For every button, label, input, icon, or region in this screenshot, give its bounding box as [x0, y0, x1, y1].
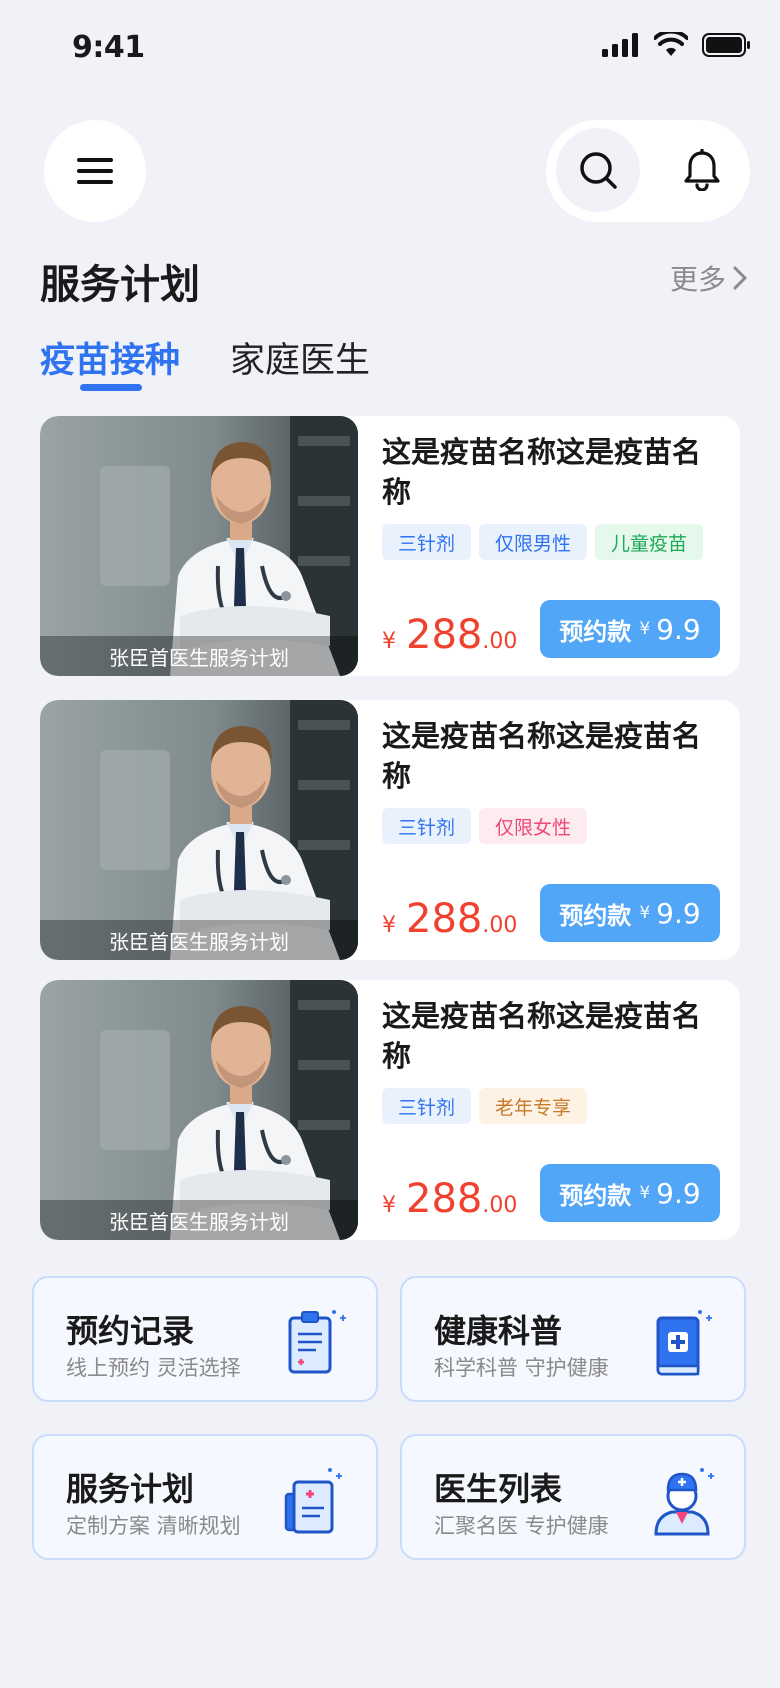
- clipboard-icon: [288, 1310, 346, 1374]
- wifi-icon: [654, 32, 688, 56]
- tag: 儿童疫苗: [595, 524, 704, 560]
- book-label: 预约款: [559, 617, 632, 646]
- price-currency: ¥: [382, 1193, 396, 1218]
- feature-subtitle: 科学科普 守护健康: [434, 1356, 609, 1380]
- feature-subtitle: 线上预约 灵活选择: [66, 1356, 241, 1380]
- feature-appointment-records[interactable]: 预约记录 线上预约 灵活选择: [32, 1276, 378, 1402]
- price-integer: 288: [406, 612, 483, 658]
- tag: 三针剂: [382, 524, 472, 560]
- vaccine-title: 这是疫苗名称这是疫苗名称: [382, 435, 702, 509]
- section-title: 服务计划: [40, 262, 200, 308]
- price-integer: 288: [406, 896, 483, 942]
- more-label: 更多: [669, 263, 726, 296]
- search-button[interactable]: [556, 128, 640, 212]
- feature-title: 预约记录: [66, 1312, 195, 1350]
- book-amount: 9.9: [656, 896, 701, 930]
- price-decimal: .00: [482, 913, 518, 938]
- photo-caption: 张臣首医生服务计划: [40, 1200, 358, 1240]
- more-link[interactable]: 更多: [670, 258, 748, 298]
- price-currency: ¥: [382, 629, 396, 654]
- book-label: 预约款: [559, 1181, 632, 1210]
- book-currency: ¥: [639, 903, 651, 923]
- book-button[interactable]: 预约款 ¥ 9.9: [540, 884, 720, 942]
- feature-title: 健康科普: [434, 1312, 563, 1350]
- vaccine-title: 这是疫苗名称这是疫苗名称: [382, 719, 702, 793]
- bell-icon: [684, 149, 720, 191]
- feature-title: 医生列表: [434, 1470, 563, 1508]
- price-decimal: .00: [482, 629, 518, 654]
- book-currency: ¥: [639, 1183, 651, 1203]
- photo-caption: 张臣首医生服务计划: [40, 920, 358, 960]
- tag-list: 三针剂 仅限男性 儿童疫苗: [382, 524, 704, 560]
- tag-list: 三针剂 仅限女性: [382, 808, 588, 844]
- chevron-right-icon: [733, 266, 747, 290]
- search-icon: [580, 152, 617, 189]
- battery-icon: [702, 33, 750, 57]
- tag: 三针剂: [382, 1088, 472, 1124]
- price-currency: ¥: [382, 913, 396, 938]
- doctor-photo: 张臣首医生服务计划: [40, 700, 358, 960]
- doctor-photo: 张臣首医生服务计划: [40, 416, 358, 676]
- feature-subtitle: 定制方案 清晰规划: [66, 1514, 241, 1538]
- price-integer: 288: [406, 1176, 483, 1222]
- doctor-icon: [654, 1468, 714, 1536]
- vaccine-title: 这是疫苗名称这是疫苗名称: [382, 999, 702, 1073]
- photo-caption: 张臣首医生服务计划: [40, 636, 358, 676]
- vaccine-card[interactable]: 张臣首医生服务计划 这是疫苗名称这是疫苗名称 三针剂 仅限男性 儿童疫苗 ¥ 2…: [40, 416, 740, 676]
- feature-title: 服务计划: [66, 1470, 195, 1508]
- price: ¥ 288 .00: [382, 612, 517, 658]
- book-label: 预约款: [559, 901, 632, 930]
- book-amount: 9.9: [656, 612, 701, 646]
- tag-list: 三针剂 老年专享: [382, 1088, 588, 1124]
- book-button[interactable]: 预约款 ¥ 9.9: [540, 600, 720, 658]
- price-decimal: .00: [482, 1193, 518, 1218]
- feature-service-plan[interactable]: 服务计划 定制方案 清晰规划: [32, 1434, 378, 1560]
- status-time: 9:41: [72, 30, 145, 65]
- tag: 老年专享: [479, 1088, 588, 1124]
- tag: 三针剂: [382, 808, 472, 844]
- tag: 仅限女性: [479, 808, 588, 844]
- tab-indicator: [80, 384, 142, 391]
- menu-button[interactable]: [44, 120, 146, 222]
- hamburger-icon: [77, 158, 113, 184]
- book-amount: 9.9: [656, 1176, 701, 1210]
- tab-family-doctor[interactable]: 家庭医生: [230, 332, 370, 383]
- notification-button[interactable]: [660, 128, 744, 212]
- book-button[interactable]: 预约款 ¥ 9.9: [540, 1164, 720, 1222]
- feature-health-science[interactable]: 健康科普 科学科普 守护健康: [400, 1276, 746, 1402]
- signal-icon: [602, 33, 638, 57]
- feature-subtitle: 汇聚名医 专护健康: [434, 1514, 609, 1538]
- medical-record-icon: [284, 1468, 342, 1534]
- vaccine-card[interactable]: 张臣首医生服务计划 这是疫苗名称这是疫苗名称 三针剂 仅限女性 ¥ 288 .0…: [40, 700, 740, 960]
- tab-vaccination[interactable]: 疫苗接种: [40, 332, 180, 383]
- vaccine-card[interactable]: 张臣首医生服务计划 这是疫苗名称这是疫苗名称 三针剂 老年专享 ¥ 288 .0…: [40, 980, 740, 1240]
- medical-book-icon: [656, 1310, 712, 1376]
- book-currency: ¥: [639, 619, 651, 639]
- price: ¥ 288 .00: [382, 1176, 517, 1222]
- status-icons: [602, 32, 752, 58]
- doctor-photo: 张臣首医生服务计划: [40, 980, 358, 1240]
- feature-doctor-list[interactable]: 医生列表 汇聚名医 专护健康: [400, 1434, 746, 1560]
- price: ¥ 288 .00: [382, 896, 517, 942]
- tag: 仅限男性: [479, 524, 588, 560]
